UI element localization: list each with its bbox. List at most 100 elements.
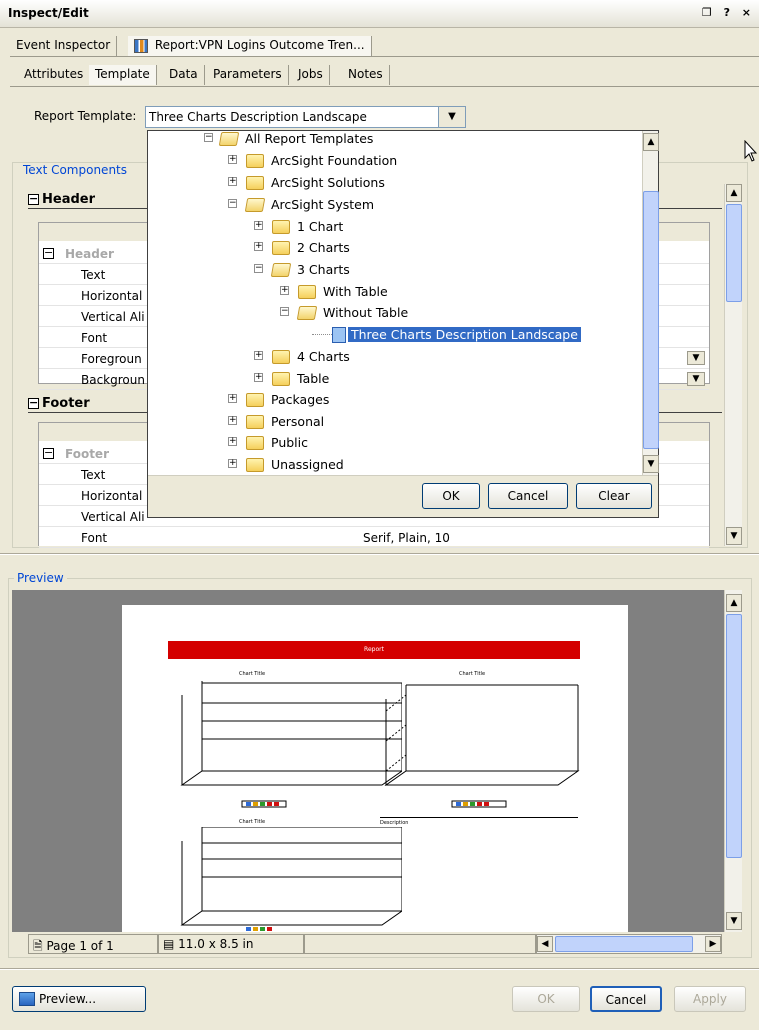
tree-node-table[interactable]: + Table — [148, 369, 638, 389]
folder-icon — [272, 220, 290, 234]
folder-icon — [246, 154, 264, 168]
template-tree[interactable]: − All Report Templates + ArcSight Founda… — [148, 131, 642, 475]
tree-popup-footer: OK Cancel Clear — [148, 475, 658, 517]
tab-template[interactable]: Template — [89, 65, 157, 85]
collapse-icon[interactable]: − — [280, 307, 289, 316]
expand-icon[interactable]: + — [228, 437, 237, 446]
scroll-left-icon[interactable]: ◀ — [537, 936, 553, 952]
section-tabbar: Attributes Template Data Parameters Jobs… — [0, 62, 759, 86]
ok-button[interactable]: OK — [512, 986, 580, 1012]
splitter[interactable] — [0, 553, 759, 555]
expand-icon[interactable]: + — [228, 459, 237, 468]
expand-icon[interactable]: + — [254, 373, 263, 382]
table-row[interactable]: Font Serif, Plain, 10 — [39, 527, 709, 548]
template-tree-popup: − All Report Templates + ArcSight Founda… — [147, 130, 659, 518]
collapse-icon[interactable]: − — [43, 447, 54, 459]
footer-section-heading[interactable]: − Footer — [28, 396, 90, 411]
expand-icon[interactable]: + — [280, 286, 289, 295]
tree-node-public[interactable]: + Public — [148, 433, 638, 453]
property-name: Font — [81, 531, 108, 545]
scroll-down-icon[interactable]: ▼ — [726, 912, 742, 930]
tree-cancel-button[interactable]: Cancel — [488, 483, 568, 509]
ruler-icon: ▤ — [163, 937, 175, 951]
page-size-indicator: ▤ 11.0 x 8.5 in — [158, 934, 304, 954]
collapse-icon[interactable]: − — [228, 199, 237, 208]
expand-icon[interactable]: + — [254, 242, 263, 251]
expand-icon[interactable]: + — [228, 155, 237, 164]
scroll-thumb[interactable] — [555, 936, 693, 952]
folder-icon — [298, 285, 316, 299]
scroll-down-icon[interactable]: ▼ — [643, 455, 659, 473]
tab-notes[interactable]: Notes — [342, 65, 390, 85]
tree-node-without-table[interactable]: − Without Table — [148, 303, 638, 323]
tree-node-arcsight-system[interactable]: − ArcSight System — [148, 195, 638, 215]
cancel-button[interactable]: Cancel — [590, 986, 662, 1012]
page-indicator: 🗎 Page 1 of 1 — [28, 934, 158, 954]
folder-icon — [272, 350, 290, 364]
apply-button[interactable]: Apply — [674, 986, 746, 1012]
preview-hscrollbar[interactable]: ◀ ▶ — [536, 934, 722, 954]
tree-clear-button[interactable]: Clear — [576, 483, 652, 509]
scroll-thumb[interactable] — [643, 191, 659, 449]
chart-placeholder — [180, 681, 402, 808]
preview-scrollbar[interactable]: ▲ ▼ — [724, 590, 742, 932]
tab-data[interactable]: Data — [163, 65, 205, 85]
collapse-icon[interactable]: − — [43, 247, 54, 259]
scroll-up-icon[interactable]: ▲ — [726, 184, 742, 202]
collapse-icon[interactable]: − — [204, 133, 213, 142]
dropdown-arrow-icon[interactable]: ▼ — [687, 351, 705, 365]
expand-icon[interactable]: + — [228, 394, 237, 403]
tree-node-1-chart[interactable]: + 1 Chart — [148, 217, 638, 237]
property-name: Vertical Ali — [81, 310, 145, 324]
tree-node-label: 3 Charts — [297, 262, 350, 277]
dropdown-arrow-icon[interactable]: ▼ — [687, 372, 705, 386]
tree-node-arcsight-solutions[interactable]: + ArcSight Solutions — [148, 173, 638, 193]
dropdown-arrow-icon[interactable]: ▼ — [438, 106, 466, 128]
tree-node-label: Three Charts Description Landscape — [348, 327, 581, 342]
preview-canvas[interactable]: Report Chart Title Chart Title Descripti… — [12, 590, 726, 932]
scroll-up-icon[interactable]: ▲ — [643, 133, 659, 151]
expand-icon[interactable]: + — [254, 351, 263, 360]
report-template-select[interactable]: Three Charts Description Landscape — [145, 106, 439, 128]
folder-icon — [246, 458, 264, 472]
tree-node-4-charts[interactable]: + 4 Charts — [148, 347, 638, 367]
tree-node-label: All Report Templates — [245, 131, 374, 146]
tab-report[interactable]: Report:VPN Logins Outcome Tren... — [128, 36, 372, 56]
tree-node-personal[interactable]: + Personal — [148, 412, 638, 432]
chart-title: Chart Title — [238, 819, 266, 825]
collapse-icon[interactable]: − — [28, 193, 39, 205]
scroll-thumb[interactable] — [726, 614, 742, 858]
tab-parameters[interactable]: Parameters — [207, 65, 289, 85]
tree-node-three-charts-description-landscape[interactable]: Three Charts Description Landscape — [148, 325, 638, 345]
tab-attributes[interactable]: Attributes — [18, 65, 91, 85]
header-section-heading[interactable]: − Header — [28, 192, 95, 207]
preview-button[interactable]: Preview... — [12, 986, 146, 1012]
tree-node-2-charts[interactable]: + 2 Charts — [148, 238, 638, 258]
tab-event-inspector[interactable]: Event Inspector — [10, 36, 118, 56]
text-components-scrollbar[interactable]: ▲ ▼ — [724, 184, 742, 546]
tab-jobs[interactable]: Jobs — [292, 65, 330, 85]
tree-node-arcsight-foundation[interactable]: + ArcSight Foundation — [148, 151, 638, 171]
tree-ok-button[interactable]: OK — [422, 483, 480, 509]
collapse-icon[interactable]: − — [28, 397, 39, 409]
tree-node-root[interactable]: − All Report Templates — [148, 131, 638, 149]
tree-node-label: Packages — [271, 392, 330, 407]
scroll-thumb[interactable] — [726, 204, 742, 302]
expand-icon[interactable]: + — [254, 221, 263, 230]
open-folder-icon — [244, 198, 266, 212]
tree-node-with-table[interactable]: + With Table — [148, 282, 638, 302]
tree-node-3-charts[interactable]: − 3 Charts — [148, 260, 638, 280]
property-name: Vertical Ali — [81, 510, 145, 524]
collapse-icon[interactable]: − — [254, 264, 263, 273]
expand-icon[interactable]: + — [228, 416, 237, 425]
tree-node-packages[interactable]: + Packages — [148, 390, 638, 410]
report-icon — [134, 38, 148, 53]
scroll-down-icon[interactable]: ▼ — [726, 527, 742, 545]
scroll-up-icon[interactable]: ▲ — [726, 594, 742, 612]
window-controls[interactable]: ❐ ? × — [702, 6, 755, 19]
tree-scrollbar[interactable]: ▲ ▼ — [642, 131, 659, 475]
property-name: Font — [81, 331, 108, 345]
expand-icon[interactable]: + — [228, 177, 237, 186]
tree-node-unassigned[interactable]: + Unassigned — [148, 455, 638, 475]
scroll-right-icon[interactable]: ▶ — [705, 936, 721, 952]
